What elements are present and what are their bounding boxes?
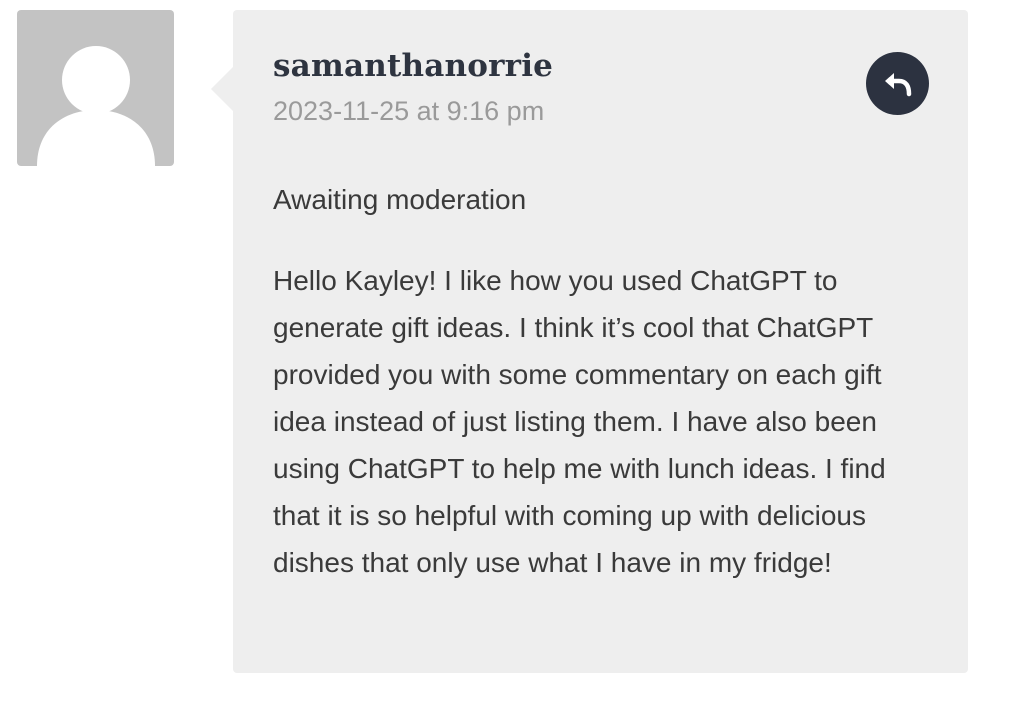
moderation-status: Awaiting moderation: [273, 184, 527, 215]
reply-button[interactable]: [866, 52, 929, 115]
default-avatar-icon: [37, 46, 155, 166]
avatar: [17, 10, 174, 166]
comment-bubble: samanthanorrie 2023-11-25 at 9:16 pm Awa…: [233, 10, 968, 673]
comment-body: Hello Kayley! I like how you used ChatGP…: [273, 265, 886, 578]
comment: samanthanorrie 2023-11-25 at 9:16 pm Awa…: [0, 0, 1024, 704]
bubble-pointer: [211, 67, 233, 111]
reply-arrow-icon: [884, 72, 911, 96]
comment-timestamp[interactable]: 2023-11-25 at 9:16 pm: [273, 96, 544, 127]
comment-author[interactable]: samanthanorrie: [273, 48, 553, 84]
